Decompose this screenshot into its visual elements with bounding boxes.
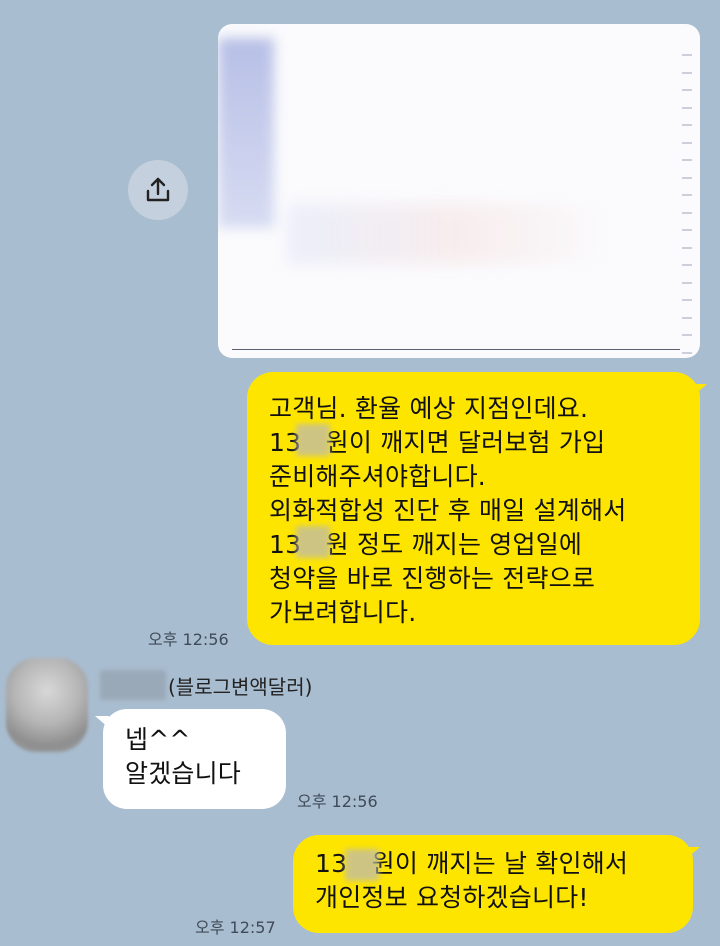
chart-axis-line bbox=[232, 349, 680, 358]
message-line: 청약을 바로 진행하는 전략으로 bbox=[269, 564, 596, 593]
message-line: 넵^^ bbox=[125, 725, 191, 754]
blurred-region bbox=[288, 204, 618, 264]
share-button[interactable] bbox=[128, 160, 188, 220]
message-line: 가보려합니다. bbox=[269, 598, 417, 627]
bubble-tail bbox=[686, 847, 700, 859]
chart-axis-ticks bbox=[682, 54, 698, 354]
message-line: 13 원 정도 깨지는 영업일에 bbox=[269, 530, 583, 559]
message-time: 오후 12:56 bbox=[297, 792, 378, 811]
message-line: 개인정보 요청하겠습니다! bbox=[315, 883, 589, 912]
message-line: 외화적합성 진단 후 매일 설계해서 bbox=[269, 496, 627, 525]
message-time: 오후 12:56 bbox=[148, 630, 229, 649]
message-time: 오후 12:57 bbox=[195, 918, 276, 937]
message-line: 13 원이 깨지면 달러보험 가입 bbox=[269, 428, 606, 457]
share-upload-icon bbox=[146, 177, 170, 202]
message-bubble-mine[interactable]: 고객님. 환율 예상 지점인데요. 13 원이 깨지면 달러보험 가입준비해주셔야… bbox=[247, 372, 700, 645]
bubble-tail bbox=[95, 716, 109, 728]
message-line: 준비해주셔야합니다. bbox=[269, 462, 486, 491]
message-line: 고객님. 환율 예상 지점인데요. bbox=[269, 394, 589, 423]
message-bubble-theirs[interactable]: 넵^^ 알겠습니다 bbox=[103, 709, 286, 809]
redacted-number bbox=[296, 526, 330, 558]
avatar[interactable] bbox=[6, 658, 88, 752]
bubble-tail bbox=[693, 384, 707, 396]
redacted-number bbox=[345, 849, 379, 881]
shared-image-message[interactable] bbox=[218, 24, 700, 358]
message-line: 알겠습니다 bbox=[125, 759, 242, 788]
redacted-number bbox=[296, 424, 330, 456]
blurred-region bbox=[218, 38, 274, 228]
redacted-sender-name bbox=[100, 670, 166, 700]
sender-name: (블로그변액달러) bbox=[168, 675, 313, 699]
